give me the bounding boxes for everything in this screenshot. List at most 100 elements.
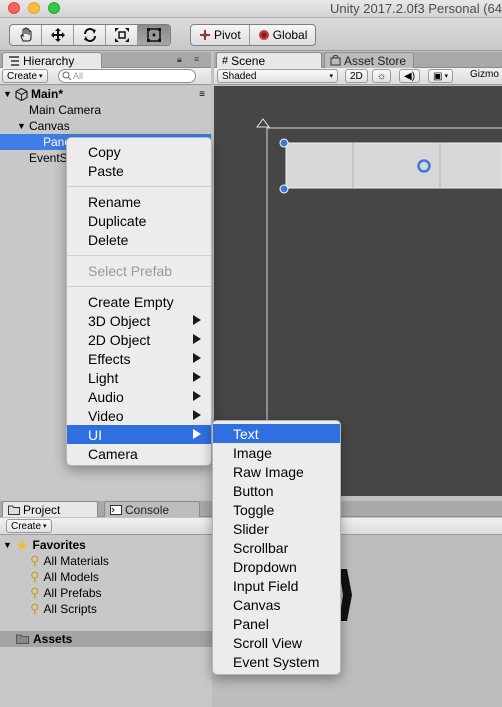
- ui-submenu-item-scroll-view[interactable]: Scroll View: [213, 633, 340, 652]
- shading-mode-dropdown[interactable]: Shaded ▾: [217, 69, 338, 83]
- menu-item-ui[interactable]: UI: [67, 425, 211, 444]
- tab-project[interactable]: Project: [2, 501, 98, 517]
- menu-item-copy[interactable]: Copy: [67, 142, 211, 161]
- tab-scene[interactable]: # Scene: [216, 52, 322, 68]
- menu-item-rename[interactable]: Rename: [67, 192, 211, 211]
- menu-item-label: Dropdown: [233, 558, 297, 575]
- ui-submenu-item-slider[interactable]: Slider: [213, 519, 340, 538]
- rect-handle-top-left[interactable]: [279, 138, 289, 148]
- folder-icon: [8, 505, 20, 515]
- menu-item-paste[interactable]: Paste: [67, 161, 211, 180]
- ui-submenu-item-panel[interactable]: Panel: [213, 614, 340, 633]
- ui-submenu-item-input-field[interactable]: Input Field: [213, 576, 340, 595]
- menu-item-duplicate[interactable]: Duplicate: [67, 211, 211, 230]
- ui-submenu-item-toggle[interactable]: Toggle: [213, 500, 340, 519]
- menu-item-label: Effects: [88, 350, 131, 367]
- expand-arrow-icon[interactable]: ▼: [17, 121, 29, 131]
- menu-item-3d-object[interactable]: 3D Object: [67, 311, 211, 330]
- hierarchy-tab-bar: Hierarchy 🔒︎ ≡: [0, 52, 211, 68]
- hierarchy-item-label: Canvas: [29, 119, 70, 133]
- ui-submenu-item-canvas[interactable]: Canvas: [213, 595, 340, 614]
- rotate-tool-button[interactable]: [74, 25, 106, 45]
- mode-2d-toggle[interactable]: 2D: [345, 69, 368, 83]
- star-icon: ★: [15, 536, 29, 553]
- hierarchy-item-label: Main Camera: [29, 103, 102, 117]
- hierarchy-search-input[interactable]: All: [58, 69, 196, 83]
- menu-item-effects[interactable]: Effects: [67, 349, 211, 368]
- menu-item-camera[interactable]: Camera: [67, 444, 211, 463]
- global-toggle-button[interactable]: Global: [250, 25, 316, 45]
- folder-icon: [16, 634, 29, 644]
- hierarchy-create-button[interactable]: Create ▾: [2, 69, 48, 83]
- favorite-item-all-scripts[interactable]: ⚲ All Scripts: [30, 601, 97, 617]
- panel-rect[interactable]: [285, 142, 502, 189]
- ui-submenu-item-raw-image[interactable]: Raw Image: [213, 462, 340, 481]
- submenu-arrow-icon: [193, 429, 201, 439]
- menu-item-2d-object[interactable]: 2D Object: [67, 330, 211, 349]
- minimize-window-button[interactable]: [28, 2, 40, 14]
- shading-mode-value: Shaded: [222, 70, 257, 82]
- hierarchy-item-canvas[interactable]: ▼ Canvas: [0, 118, 211, 134]
- menu-item-label: Event System: [233, 653, 320, 670]
- menu-item-label: Input Field: [233, 577, 299, 594]
- menu-item-label: Button: [233, 482, 274, 499]
- tab-asset-store[interactable]: Asset Store: [324, 52, 414, 68]
- scene-effects-dropdown[interactable]: ▣ ▾: [428, 69, 453, 83]
- hierarchy-item-main-camera[interactable]: Main Camera: [0, 102, 211, 118]
- ui-submenu-item-dropdown[interactable]: Dropdown: [213, 557, 340, 576]
- assets-folder-row[interactable]: Assets: [0, 631, 212, 647]
- hierarchy-lock-icon[interactable]: 🔒︎: [177, 54, 182, 65]
- menu-item-create-empty[interactable]: Create Empty: [67, 292, 211, 311]
- rect-handle-bottom-left[interactable]: [279, 184, 289, 194]
- menu-item-label: Canvas: [233, 596, 281, 613]
- project-create-button[interactable]: Create ▾: [6, 519, 52, 533]
- submenu-arrow-icon: [193, 391, 201, 401]
- ui-submenu-item-scrollbar[interactable]: Scrollbar: [213, 538, 340, 557]
- ui-submenu-item-text[interactable]: Text: [213, 424, 340, 443]
- menu-item-label: UI: [88, 426, 102, 443]
- scene-name: Main*: [31, 87, 64, 101]
- tab-hierarchy[interactable]: Hierarchy: [2, 52, 102, 68]
- menu-item-label: Duplicate: [88, 212, 147, 229]
- shopping-bag-icon: [330, 55, 341, 66]
- favorite-item-all-prefabs[interactable]: ⚲ All Prefabs: [30, 585, 102, 601]
- ui-submenu-item-event-system[interactable]: Event System: [213, 652, 340, 671]
- tab-console[interactable]: Console: [104, 501, 200, 517]
- menu-item-light[interactable]: Light: [67, 368, 211, 387]
- favorites-row[interactable]: ▼ ★ Favorites: [3, 537, 86, 553]
- scene-lighting-toggle[interactable]: ☼: [372, 69, 392, 83]
- expand-arrow-icon[interactable]: ▼: [3, 89, 15, 99]
- hierarchy-search-placeholder: All: [73, 71, 84, 81]
- move-tool-button[interactable]: [42, 25, 74, 45]
- menu-item-delete[interactable]: Delete: [67, 230, 211, 249]
- pivot-label: Pivot: [214, 28, 241, 42]
- search-filter-icon: ⚲: [30, 569, 40, 584]
- favorite-item-all-materials[interactable]: ⚲ All Materials: [30, 553, 109, 569]
- hand-tool-button[interactable]: [10, 25, 42, 45]
- menu-item-label: Scroll View: [233, 634, 302, 651]
- pivot-toggle-button[interactable]: Pivot: [191, 25, 250, 45]
- global-label: Global: [272, 28, 308, 42]
- dropdown-arrow-icon: ▾: [39, 73, 43, 80]
- submenu-arrow-icon: [193, 315, 201, 325]
- scene-root-row[interactable]: ▼ Main* ≡: [0, 86, 211, 102]
- menu-item-label: Camera: [88, 445, 138, 462]
- scene-options-icon[interactable]: ≡: [199, 89, 205, 100]
- scale-tool-button[interactable]: [106, 25, 138, 45]
- close-window-button[interactable]: [8, 2, 20, 14]
- ui-submenu-item-button[interactable]: Button: [213, 481, 340, 500]
- hierarchy-subtoolbar: Create ▾ All: [0, 68, 211, 85]
- hierarchy-panel-menu-icon[interactable]: ≡: [194, 54, 199, 64]
- menu-item-audio[interactable]: Audio: [67, 387, 211, 406]
- scene-audio-toggle[interactable]: ◀): [399, 69, 421, 83]
- scene-grid-icon: #: [222, 54, 229, 67]
- dropdown-arrow-icon: ▾: [444, 73, 448, 80]
- gizmos-dropdown[interactable]: Gizmo: [470, 69, 499, 80]
- expand-arrow-icon[interactable]: ▼: [3, 540, 12, 550]
- rect-tool-button[interactable]: [138, 25, 170, 45]
- favorite-item-all-models[interactable]: ⚲ All Models: [30, 569, 99, 585]
- ui-submenu-item-image[interactable]: Image: [213, 443, 340, 462]
- menu-item-video[interactable]: Video: [67, 406, 211, 425]
- maximize-window-button[interactable]: [48, 2, 60, 14]
- favorite-item-label: All Models: [43, 570, 99, 584]
